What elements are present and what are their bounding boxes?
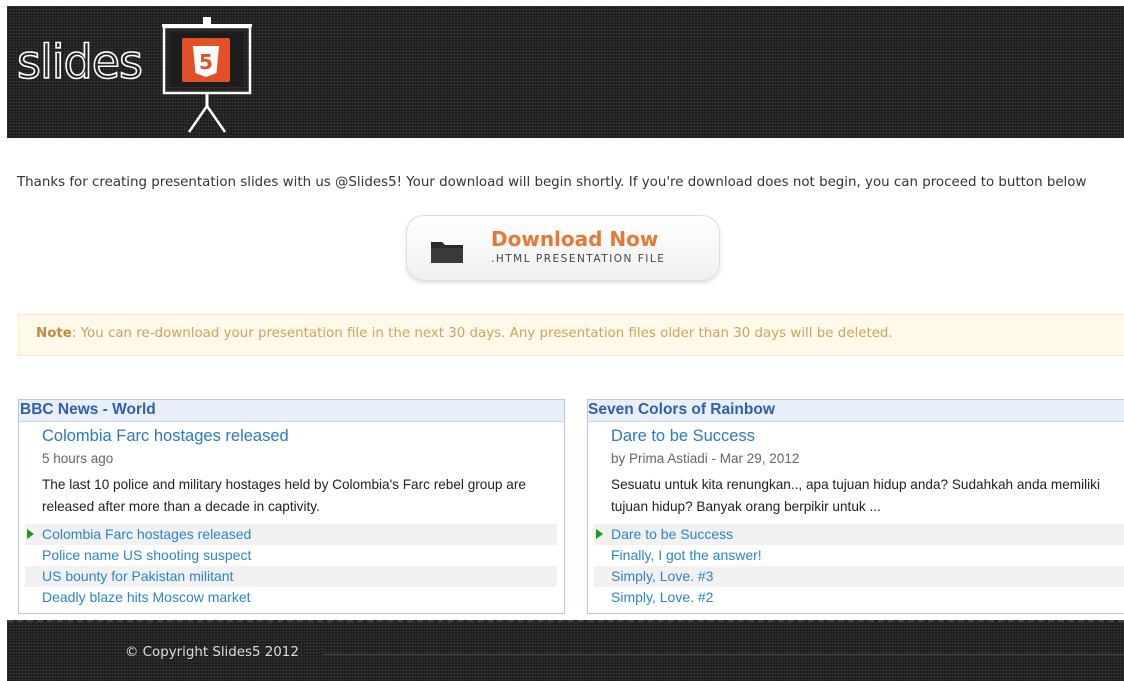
- svg-text:slides: slides: [17, 35, 142, 89]
- list-item[interactable]: Finally, I got the answer!: [594, 545, 1124, 566]
- list-item[interactable]: Simply, Love. #2: [594, 587, 1124, 608]
- headline-list: Colombia Farc hostages released Police n…: [25, 524, 557, 608]
- play-arrow-icon: [27, 529, 34, 539]
- story-description: Sesuatu untuk kita renungkan.., apa tuju…: [611, 477, 1100, 514]
- story-title-link[interactable]: Colombia Farc hostages released: [42, 427, 289, 446]
- headline-list: Dare to be Success Finally, I got the an…: [594, 524, 1124, 608]
- list-item[interactable]: Police name US shooting suspect: [25, 545, 557, 566]
- svg-text:5: 5: [199, 50, 213, 74]
- folder-icon: [431, 242, 463, 263]
- bbc-news-widget: BBC News - World Colombia Farc hostages …: [18, 399, 565, 614]
- play-arrow-icon: [596, 529, 603, 539]
- list-item[interactable]: Colombia Farc hostages released: [25, 524, 557, 545]
- download-subtitle: .HTML PRESENTATION FILE: [491, 253, 666, 265]
- story-meta: by Prima Astiadi - Mar 29, 2012: [611, 451, 800, 466]
- thanks-message: Thanks for creating presentation slides …: [17, 175, 1087, 190]
- story-meta: 5 hours ago: [42, 451, 114, 466]
- list-item[interactable]: Simply, Love. #3: [594, 566, 1124, 587]
- slides5-logo[interactable]: slides 5: [17, 14, 267, 136]
- note-text: : You can re-download your presentation …: [71, 326, 893, 341]
- widget-heading: Seven Colors of Rainbow: [588, 400, 1124, 422]
- story-title-link[interactable]: Dare to be Success: [611, 427, 755, 446]
- note-banner: Note: You can re-download your presentat…: [18, 314, 1124, 356]
- download-title: Download Now: [491, 227, 659, 251]
- list-item[interactable]: Dare to be Success: [594, 524, 1124, 545]
- widget-heading: BBC News - World: [19, 400, 564, 422]
- copyright-text: © Copyright Slides5 2012: [125, 645, 299, 660]
- list-item[interactable]: Deadly blaze hits Moscow market: [25, 587, 557, 608]
- note-label: Note: [36, 326, 72, 341]
- list-item[interactable]: US bounty for Pakistan militant: [25, 566, 557, 587]
- footer-divider: [323, 654, 1124, 655]
- story-description: The last 10 police and military hostages…: [42, 477, 526, 514]
- download-now-button[interactable]: Download Now .HTML PRESENTATION FILE: [406, 215, 720, 281]
- site-header: slides 5: [7, 6, 1124, 138]
- rainbow-blog-widget: Seven Colors of Rainbow Dare to be Succe…: [587, 399, 1124, 614]
- site-footer: © Copyright Slides5 2012: [7, 620, 1124, 681]
